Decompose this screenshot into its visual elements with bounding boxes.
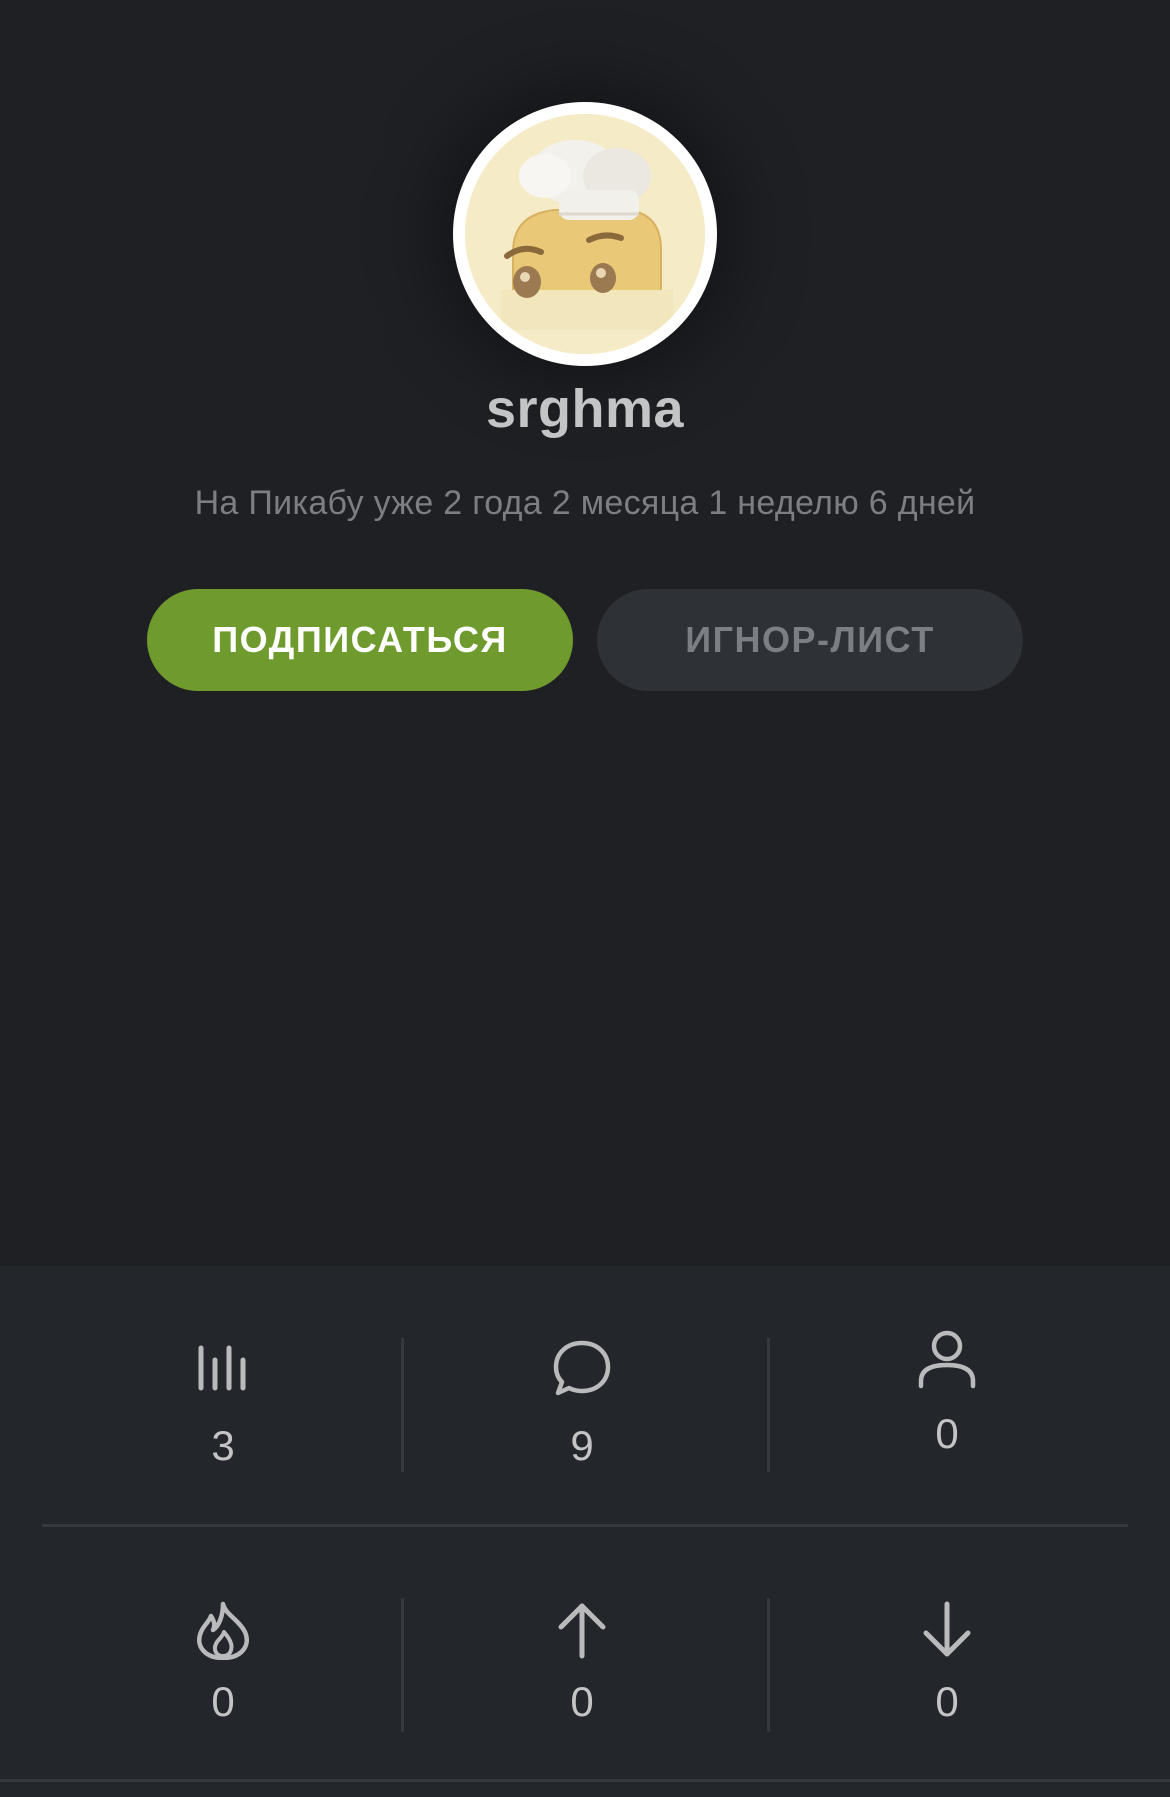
comments-value: 9	[570, 1422, 594, 1469]
comment-bubble-icon	[552, 1338, 612, 1398]
stat-subscribers[interactable]: 0	[837, 1266, 1057, 1506]
column-divider	[401, 1598, 404, 1732]
avatar[interactable]	[453, 102, 717, 366]
rating-value: 3	[211, 1422, 235, 1469]
chef-toast-avatar-image	[465, 114, 705, 354]
stat-pluses[interactable]: 0	[472, 1526, 692, 1766]
arrow-up-icon	[552, 1600, 612, 1660]
column-divider	[767, 1598, 770, 1732]
rating-bars-icon	[193, 1338, 253, 1398]
account-age: На Пикабу уже 2 года 2 месяца 1 неделю 6…	[194, 484, 976, 522]
hot-value: 0	[211, 1678, 235, 1725]
minuses-value: 0	[935, 1678, 959, 1725]
stats-row-top: 3 9 0	[0, 1266, 1170, 1506]
arrow-down-icon	[917, 1600, 977, 1660]
column-divider	[767, 1338, 770, 1472]
stats-row-bottom: 0 0 0	[0, 1526, 1170, 1766]
stat-hot[interactable]: 0	[113, 1526, 333, 1766]
stat-minuses[interactable]: 0	[837, 1526, 1057, 1766]
subscribe-button[interactable]: ПОДПИСАТЬСЯ	[147, 589, 573, 691]
stats-panel: 3 9 0 0 0 0	[0, 1266, 1170, 1797]
fire-icon	[193, 1600, 253, 1660]
subscribers-value: 0	[935, 1410, 959, 1457]
pluses-value: 0	[570, 1678, 594, 1725]
profile-header: srghma На Пикабу уже 2 года 2 месяца 1 н…	[0, 0, 1170, 1266]
username: srghma	[485, 379, 685, 439]
ignore-list-button[interactable]: ИГНОР-ЛИСТ	[597, 589, 1023, 691]
column-divider	[401, 1338, 404, 1472]
stat-rating[interactable]: 3	[113, 1266, 333, 1506]
bottom-divider	[0, 1779, 1170, 1782]
user-icon	[917, 1329, 977, 1389]
stat-comments[interactable]: 9	[472, 1266, 692, 1506]
